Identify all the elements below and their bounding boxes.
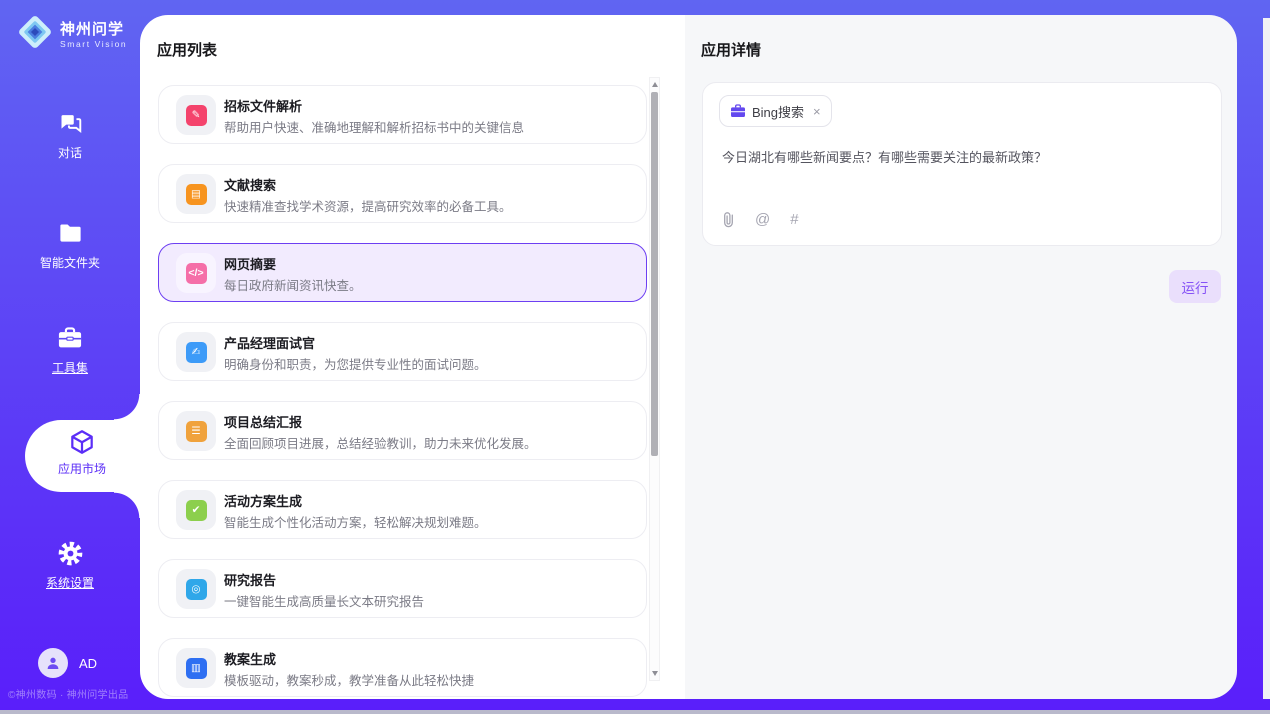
sidebar-item-label: 系统设置	[0, 574, 140, 591]
app-card-desc: 全面回顾项目进展，总结经验教训，助力未来优化发展。	[224, 433, 537, 452]
remove-tag-button[interactable]: ×	[813, 104, 821, 119]
app-icon-tile: </>	[176, 253, 216, 293]
app-card[interactable]: </> 网页摘要每日政府新闻资讯快查。	[158, 243, 647, 302]
app-card-title: 文献搜索	[224, 175, 276, 194]
scroll-down-arrow-icon[interactable]	[650, 668, 659, 679]
sidebar-item-1[interactable]: 智能文件夹	[0, 220, 140, 271]
bubble-fillet-top	[114, 394, 140, 420]
app-window: 神州问学 Smart Vision 对话智能文件夹工具集应用市场系统设置 AD …	[0, 0, 1270, 714]
sidebar-item-4[interactable]: 系统设置	[0, 540, 140, 591]
sidebar-item-2[interactable]: 工具集	[0, 325, 140, 376]
app-card-desc: 模板驱动，教案秒成，教学准备从此轻松快捷	[224, 670, 474, 689]
sidebar-item-label: 应用市场	[12, 460, 152, 477]
books-icon: ▥	[186, 658, 207, 679]
app-card-desc: 智能生成个性化活动方案，轻松解决规划难题。	[224, 512, 487, 531]
app-detail-panel: 应用详情 Bing搜索 × 今日湖北有哪些新闻要点？有哪些需要关注的最新政策？ …	[685, 15, 1237, 699]
cube-icon	[12, 428, 152, 458]
app-icon-tile: ◎	[176, 569, 216, 609]
scroll-thumb[interactable]	[651, 92, 658, 456]
window-edge-bottom	[0, 710, 1270, 714]
app-list: ✎ 招标文件解析帮助用户快速、准确地理解和解析招标书中的关键信息 ▤ 文献搜索快速精准…	[158, 85, 647, 699]
user-icon	[45, 655, 61, 671]
logo-text: 神州问学 Smart Vision	[60, 21, 127, 49]
app-card[interactable]: ☰ 项目总结汇报全面回顾项目进展，总结经验教训，助力未来优化发展。	[158, 401, 647, 460]
app-card[interactable]: ▤ 文献搜索快速精准查找学术资源，提高研究效率的必备工具。	[158, 164, 647, 223]
app-card-title: 项目总结汇报	[224, 412, 302, 431]
briefcase-icon	[730, 104, 746, 118]
attachment-icon[interactable]	[722, 211, 735, 228]
app-card-desc: 一键智能生成高质量长文本研究报告	[224, 591, 424, 610]
app-card-title: 教案生成	[224, 649, 276, 668]
app-card-title: 产品经理面试官	[224, 333, 315, 352]
hashtag-icon[interactable]: #	[790, 211, 798, 228]
app-title: 神州问学	[60, 21, 127, 38]
app-card[interactable]: ✎ 招标文件解析帮助用户快速、准确地理解和解析招标书中的关键信息	[158, 85, 647, 144]
report-note-icon: ☰	[186, 421, 207, 442]
main-content: 应用列表 ✎ 招标文件解析帮助用户快速、准确地理解和解析招标书中的关键信息 ▤ 文献搜…	[140, 15, 1237, 699]
app-card[interactable]: ▥ 教案生成模板驱动，教案秒成，教学准备从此轻松快捷	[158, 638, 647, 697]
folder-icon	[0, 220, 140, 250]
copyright-footer: ©神州数码 · 神州问学出品	[8, 686, 128, 701]
scroll-up-arrow-icon[interactable]	[650, 79, 659, 90]
app-icon-tile: ✎	[176, 95, 216, 135]
browser-code-icon: </>	[186, 263, 207, 284]
app-icon-tile: ☰	[176, 411, 216, 451]
mention-icon[interactable]: @	[755, 211, 770, 228]
run-button[interactable]: 运行	[1169, 270, 1221, 303]
app-list-panel: 应用列表 ✎ 招标文件解析帮助用户快速、准确地理解和解析招标书中的关键信息 ▤ 文献搜…	[140, 15, 685, 699]
app-card[interactable]: ✔ 活动方案生成智能生成个性化活动方案，轻松解决规划难题。	[158, 480, 647, 539]
app-card[interactable]: ◎ 研究报告一键智能生成高质量长文本研究报告	[158, 559, 647, 618]
app-logo: 神州问学 Smart Vision	[16, 13, 127, 56]
chat-icon	[0, 110, 140, 140]
composer-toolbar: @#	[722, 211, 799, 228]
prompt-input[interactable]: Bing搜索 × 今日湖北有哪些新闻要点？有哪些需要关注的最新政策？ @#	[702, 82, 1222, 246]
app-card-desc: 明确身份和职责，为您提供专业性的面试问题。	[224, 354, 487, 373]
app-subtitle: Smart Vision	[60, 39, 127, 49]
bubble-fillet-bottom	[114, 492, 140, 518]
book-icon: ▤	[186, 184, 207, 205]
app-card-title: 网页摘要	[224, 254, 276, 273]
app-icon-tile: ✍	[176, 332, 216, 372]
logo-diamond-icon	[16, 13, 54, 56]
app-icon-tile: ▤	[176, 174, 216, 214]
sidebar-item-label: 工具集	[0, 359, 140, 376]
user-initials: AD	[79, 656, 97, 671]
sidebar: 神州问学 Smart Vision 对话智能文件夹工具集应用市场系统设置 AD …	[0, 0, 140, 714]
tool-tag-label: Bing搜索	[752, 102, 804, 121]
toolbox-icon	[0, 325, 140, 355]
query-text[interactable]: 今日湖北有哪些新闻要点？有哪些需要关注的最新政策？	[722, 149, 1047, 167]
app-card[interactable]: ✍ 产品经理面试官明确身份和职责，为您提供专业性的面试问题。	[158, 322, 647, 381]
avatar[interactable]	[38, 648, 68, 678]
app-card-title: 研究报告	[224, 570, 276, 589]
gear-icon	[0, 540, 140, 570]
edit-doc-icon: ✎	[186, 105, 207, 126]
app-list-title: 应用列表	[157, 39, 217, 60]
tool-tag[interactable]: Bing搜索 ×	[719, 95, 832, 127]
sidebar-item-label: 对话	[0, 144, 140, 161]
app-card-desc: 每日政府新闻资讯快查。	[224, 275, 362, 294]
sidebar-item-label: 智能文件夹	[0, 254, 140, 271]
interviewer-icon: ✍	[186, 342, 207, 363]
microscope-icon: ◎	[186, 579, 207, 600]
user-account[interactable]: AD	[38, 648, 97, 678]
window-edge-right	[1263, 18, 1270, 699]
app-card-title: 招标文件解析	[224, 96, 302, 115]
clipboard-check-icon: ✔	[186, 500, 207, 521]
app-card-title: 活动方案生成	[224, 491, 302, 510]
app-detail-title: 应用详情	[701, 39, 761, 60]
scrollbar[interactable]	[649, 77, 660, 681]
sidebar-item-0[interactable]: 对话	[0, 110, 140, 161]
app-icon-tile: ▥	[176, 648, 216, 688]
sidebar-item-3[interactable]: 应用市场	[0, 420, 140, 492]
app-icon-tile: ✔	[176, 490, 216, 530]
app-card-desc: 帮助用户快速、准确地理解和解析招标书中的关键信息	[224, 117, 524, 136]
app-card-desc: 快速精准查找学术资源，提高研究效率的必备工具。	[224, 196, 512, 215]
